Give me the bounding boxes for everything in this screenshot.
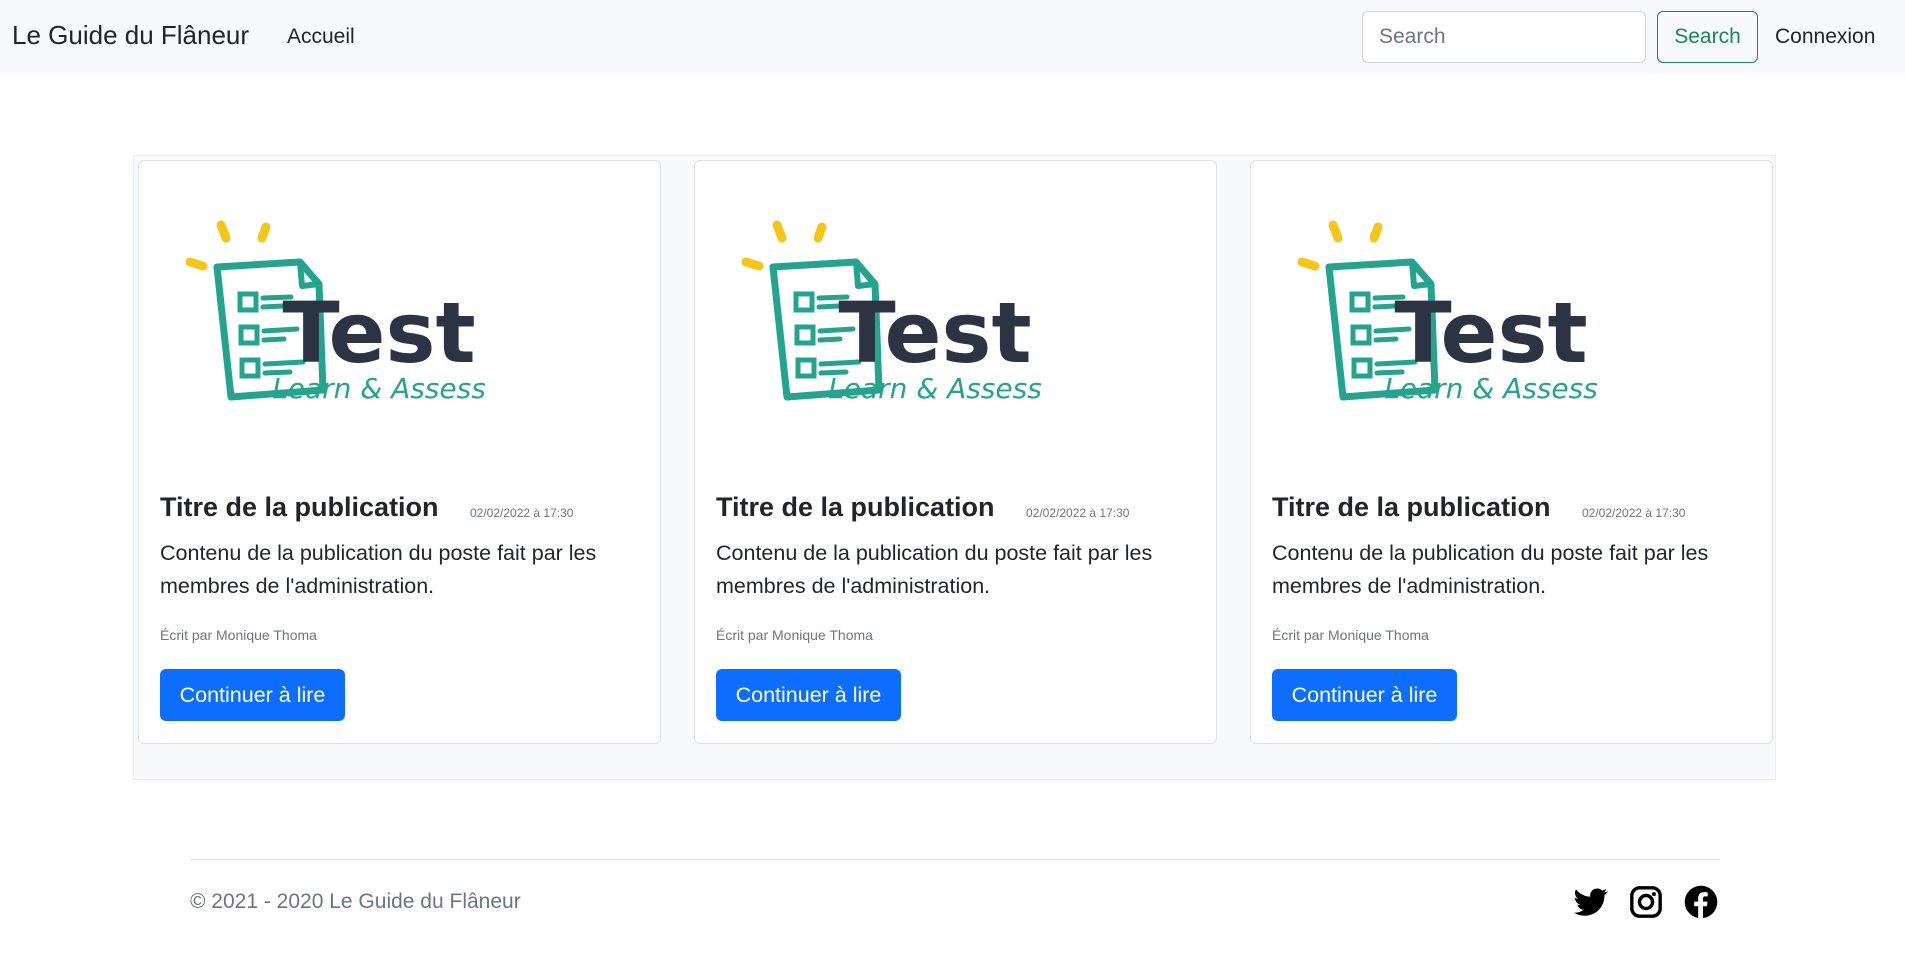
instagram-icon[interactable]	[1629, 885, 1663, 919]
card-image-subtitle: Learn & Assess	[828, 372, 1042, 405]
card-text: Contenu de la publication du poste fait …	[1272, 541, 1709, 598]
card-title: Titre de la publication	[716, 492, 995, 522]
posts-grid: Test Learn & Assess Titre de la publicat…	[133, 155, 1776, 780]
card-image: Test Learn & Assess	[1297, 220, 1598, 405]
sparkle-icon	[1297, 220, 1383, 271]
twitter-icon[interactable]	[1574, 885, 1608, 919]
card-author: Écrit par Monique Thoma	[716, 627, 873, 643]
card-text: Contenu de la publication du poste fait …	[716, 541, 1153, 598]
card-image: Test Learn & Assess	[185, 220, 486, 405]
card-image-subtitle: Learn & Assess	[1384, 372, 1598, 405]
search-input[interactable]	[1362, 11, 1646, 63]
card-image-title: Test	[838, 284, 1031, 382]
footer-divider	[190, 859, 1720, 860]
search-button[interactable]: Search	[1657, 11, 1758, 63]
card-image-title: Test	[282, 284, 475, 382]
card-image: Test Learn & Assess	[741, 220, 1042, 405]
card-title: Titre de la publication	[160, 492, 439, 522]
card-title: Titre de la publication	[1272, 492, 1551, 522]
card-image-subtitle: Learn & Assess	[272, 372, 486, 405]
card-date: 02/02/2022 à 17:30	[1582, 506, 1686, 520]
login-link[interactable]: Connexion	[1775, 25, 1875, 49]
card-date: 02/02/2022 à 17:30	[470, 506, 574, 520]
card-text: Contenu de la publication du poste fait …	[160, 541, 597, 598]
footer-copyright: © 2021 - 2020 Le Guide du Flâneur	[190, 890, 521, 913]
continue-reading-button[interactable]: Continuer à lire	[160, 669, 345, 721]
card-author: Écrit par Monique Thoma	[1272, 627, 1429, 643]
brand-link[interactable]: Le Guide du Flâneur	[12, 20, 249, 51]
card-image-title: Test	[1394, 284, 1587, 382]
post-card: Test Learn & Assess Titre de la publicat…	[694, 160, 1217, 744]
card-date: 02/02/2022 à 17:30	[1026, 506, 1130, 520]
facebook-icon[interactable]	[1684, 885, 1718, 919]
post-card: Test Learn & Assess Titre de la publicat…	[1250, 160, 1773, 744]
nav-link-home[interactable]: Accueil	[287, 25, 355, 49]
continue-reading-button[interactable]: Continuer à lire	[1272, 669, 1457, 721]
sparkle-icon	[741, 220, 827, 271]
continue-reading-button[interactable]: Continuer à lire	[716, 669, 901, 721]
card-author: Écrit par Monique Thoma	[160, 627, 317, 643]
sparkle-icon	[185, 220, 271, 271]
post-card: Test Learn & Assess Titre de la publicat…	[138, 160, 661, 744]
navbar: Le Guide du Flâneur Accueil Search Conne…	[0, 0, 1905, 75]
